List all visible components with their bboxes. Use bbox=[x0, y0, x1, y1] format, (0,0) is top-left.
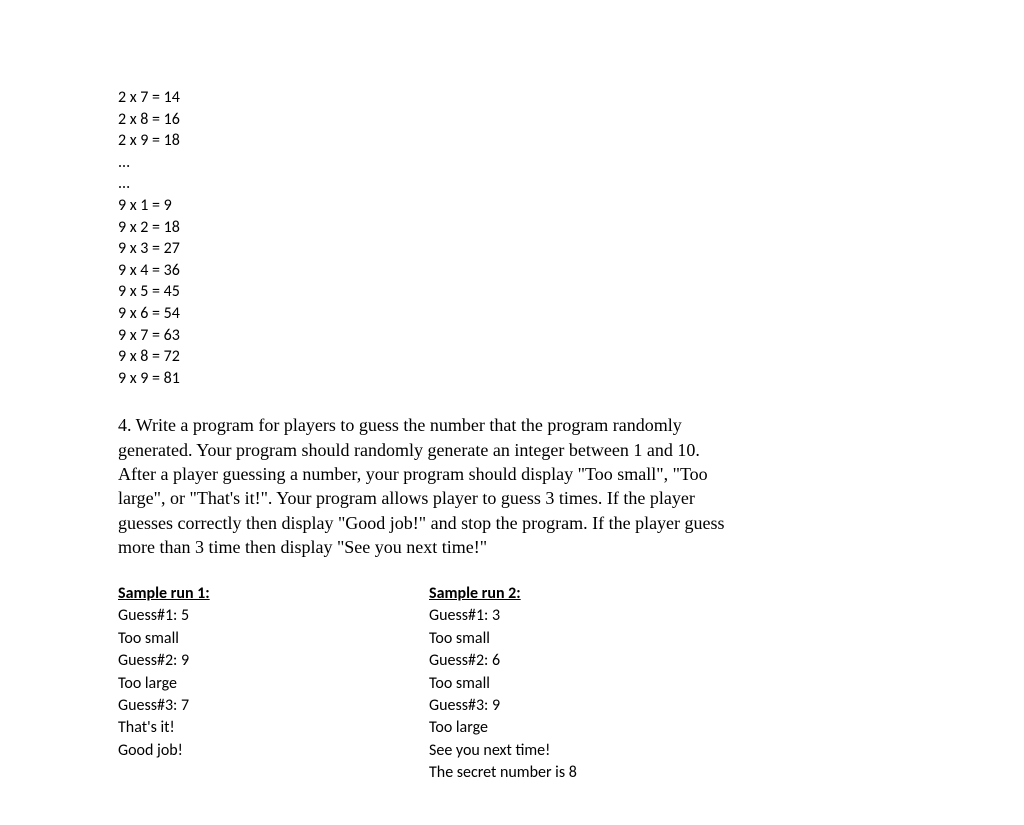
sample-2-line: See you next time! bbox=[429, 740, 740, 762]
sample-2-line: Too small bbox=[429, 628, 740, 650]
sample-run-1: Sample run 1: Guess#1: 5 Too small Guess… bbox=[118, 583, 429, 785]
sample-1-line: Too large bbox=[118, 673, 429, 695]
mult-line: 9 x 3 = 27 bbox=[118, 238, 740, 260]
sample-1-line: Guess#3: 7 bbox=[118, 695, 429, 717]
sample-2-line: Too small bbox=[429, 673, 740, 695]
sample-2-line: Guess#1: 3 bbox=[429, 605, 740, 627]
mult-line: 9 x 2 = 18 bbox=[118, 217, 740, 239]
sample-2-heading: Sample run 2: bbox=[429, 583, 740, 605]
sample-1-heading: Sample run 1: bbox=[118, 583, 429, 605]
sample-run-2: Sample run 2: Guess#1: 3 Too small Guess… bbox=[429, 583, 740, 785]
mult-line: 9 x 8 = 72 bbox=[118, 346, 740, 368]
sample-1-line: Too small bbox=[118, 628, 429, 650]
mult-line: 9 x 6 = 54 bbox=[118, 303, 740, 325]
multiplication-table: 2 x 7 = 14 2 x 8 = 16 2 x 9 = 18 ... ...… bbox=[118, 87, 740, 389]
sample-2-line: The secret number is 8 bbox=[429, 762, 740, 784]
sample-1-line: That's it! bbox=[118, 717, 429, 739]
mult-line: 9 x 4 = 36 bbox=[118, 260, 740, 282]
mult-line: ... bbox=[118, 152, 740, 174]
sample-1-line: Guess#1: 5 bbox=[118, 605, 429, 627]
sample-2-line: Too large bbox=[429, 717, 740, 739]
sample-1-line: Good job! bbox=[118, 740, 429, 762]
mult-line: 9 x 7 = 63 bbox=[118, 325, 740, 347]
sample-2-line: Guess#2: 6 bbox=[429, 650, 740, 672]
mult-line: 2 x 9 = 18 bbox=[118, 130, 740, 152]
mult-line: 9 x 5 = 45 bbox=[118, 281, 740, 303]
document-page: 2 x 7 = 14 2 x 8 = 16 2 x 9 = 18 ... ...… bbox=[0, 0, 800, 825]
mult-line: 2 x 8 = 16 bbox=[118, 109, 740, 131]
sample-2-line: Guess#3: 9 bbox=[429, 695, 740, 717]
sample-runs: Sample run 1: Guess#1: 5 Too small Guess… bbox=[118, 583, 740, 785]
mult-line: 9 x 9 = 81 bbox=[118, 368, 740, 390]
sample-1-line: Guess#2: 9 bbox=[118, 650, 429, 672]
mult-line: 2 x 7 = 14 bbox=[118, 87, 740, 109]
question-4-text: 4. Write a program for players to guess … bbox=[118, 413, 740, 559]
mult-line: ... bbox=[118, 173, 740, 195]
mult-line: 9 x 1 = 9 bbox=[118, 195, 740, 217]
